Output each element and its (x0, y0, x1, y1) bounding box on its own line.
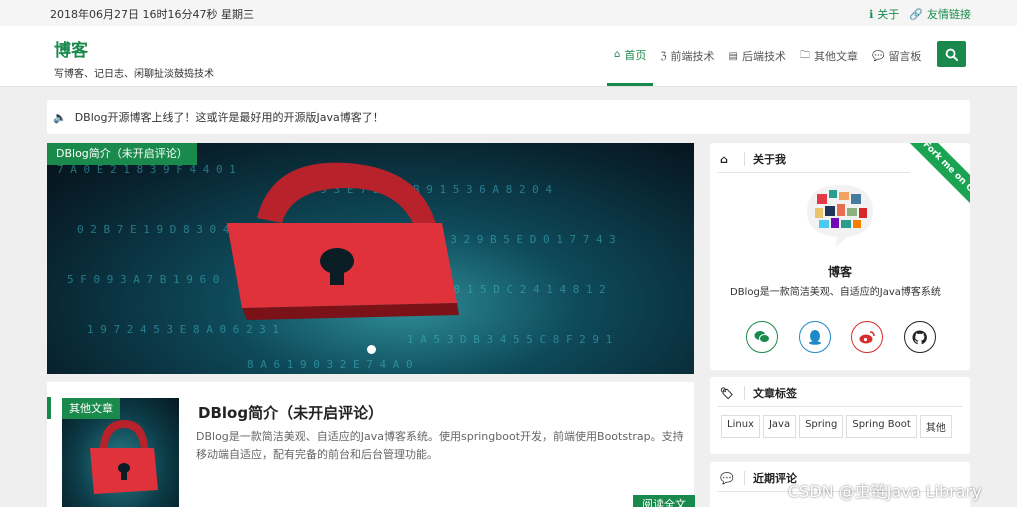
tag-item[interactable]: Spring (799, 415, 844, 438)
article-thumbnail[interactable]: 其他文章 (62, 398, 179, 507)
about-card: ⌂ 关于我 Fork me on Gitee 博客 DBlog是一款简洁美观、自… (710, 143, 970, 370)
nav-item-label: 首页 (624, 48, 647, 62)
brand: 博客 写博客、记日志、闲聊扯淡鼓捣技术 (54, 36, 214, 80)
tag-list: Linux Java Spring Spring Boot 其他 (721, 415, 952, 438)
profile-name: 博客 (827, 265, 852, 279)
volume-icon: 🔈 (53, 110, 67, 124)
article-title[interactable]: DBlog简介（未开启评论） (198, 402, 383, 423)
nav-item-label: 留言板 (888, 50, 922, 63)
github-link[interactable] (903, 321, 936, 353)
home-icon: ⌂ (720, 152, 728, 166)
weibo-link[interactable] (851, 321, 884, 353)
tag-item[interactable]: Spring Boot (846, 415, 917, 438)
card-divider (717, 172, 910, 173)
nav-item-home[interactable]: ⌂ 首页 (607, 26, 654, 86)
tag-item[interactable]: Java (762, 415, 797, 438)
header-divider (744, 386, 745, 400)
tags-icon: 🏷 (720, 386, 734, 400)
site-slogan: 写博客、记日志、闲聊扯淡鼓捣技术 (54, 69, 214, 80)
notice-bar: 🔈 DBlog开源博客上线了！这或许是最好用的开源版Java博客了！ (47, 100, 970, 134)
header-divider (744, 471, 745, 485)
github-icon (912, 329, 928, 344)
search-button[interactable] (937, 41, 966, 67)
about-card-title: 关于我 (753, 153, 786, 166)
social-links (746, 321, 936, 353)
avatar (807, 185, 873, 248)
wechat-link[interactable] (746, 321, 778, 353)
carousel-indicator[interactable] (367, 345, 376, 354)
nav-item-backend[interactable]: ▤ 后端技术 (722, 26, 793, 86)
home-icon: ⌂ (614, 49, 621, 60)
about-link-label: 关于 (877, 8, 900, 21)
main-nav: ⌂ 首页 ℨ 前端技术 ▤ 后端技术 🗀 其他文章 💬 留言板 (607, 26, 928, 86)
comments-icon: 💬 (720, 471, 734, 485)
tags-card-title: 文章标签 (753, 387, 797, 400)
comments-icon: 💬 (871, 50, 885, 62)
friend-links-link[interactable]: 🔗 友情链接 (909, 6, 971, 22)
nav-item-label: 前端技术 (670, 50, 715, 63)
svg-text:1 A 5 3 D B 3 4 5 5 C 8 F 2 9: 1 A 5 3 D B 3 4 5 5 C 8 F 2 9 1 (407, 333, 612, 346)
wechat-icon (754, 331, 770, 343)
svg-text:5 F 0 9 3 A 7 B 1 9 6 0: 5 F 0 9 3 A 7 B 1 9 6 0 (67, 273, 219, 286)
friend-links-label: 友情链接 (927, 8, 971, 21)
qq-icon (808, 330, 821, 345)
site-logo[interactable]: 博客 (54, 36, 214, 61)
watermark: CSDN @虫链Java Library (788, 482, 982, 501)
tags-card-header: 🏷 文章标签 (720, 384, 962, 402)
nav-item-label: 其他文章 (813, 50, 858, 63)
svg-text:1 9 7 2 4 5 3 E 8 A 0 6 2 3 1: 1 9 7 2 4 5 3 E 8 A 0 6 2 3 1 (87, 323, 279, 336)
tags-card: 🏷 文章标签 Linux Java Spring Spring Boot 其他 (710, 377, 970, 454)
header-divider (744, 152, 745, 166)
featured-carousel[interactable]: 7 A 0 E 2 1 8 3 9 F 4 4 0 1 4 9 3 E 7 D … (47, 143, 694, 374)
search-icon (945, 48, 958, 61)
qq-link[interactable] (798, 321, 831, 353)
nav-item-frontend[interactable]: ℨ 前端技术 (653, 26, 721, 86)
weibo-icon (859, 331, 876, 344)
svg-text:8 A 6 1 9 0 3 2 E 7 4 A 0: 8 A 6 1 9 0 3 2 E 7 4 A 0 (247, 358, 413, 371)
site-header: 博客 写博客、记日志、闲聊扯淡鼓捣技术 ⌂ 首页 ℨ 前端技术 ▤ 后端技术 🗀… (0, 26, 1017, 87)
html5-icon: ℨ (660, 50, 667, 62)
server-icon: ▤ (728, 50, 738, 62)
tag-item[interactable]: Linux (721, 415, 760, 438)
read-more-button[interactable]: 阅读全文 (633, 495, 695, 507)
nav-item-label: 后端技术 (741, 50, 786, 63)
nav-item-guestbook[interactable]: 💬 留言板 (865, 26, 928, 86)
card-divider (717, 406, 963, 407)
info-icon: ℹ (869, 7, 874, 21)
article-card: 其他文章 DBlog简介（未开启评论） DBlog是一款简洁美观、自适应的Jav… (47, 382, 695, 507)
svg-text:A 3 2 9 B 5 E D 0 1 7 7 4 3: A 3 2 9 B 5 E D 0 1 7 7 4 3 (437, 233, 616, 246)
datetime-text: 2018年06月27日 16时16分47秒 星期三 (50, 8, 254, 21)
notice-text[interactable]: DBlog开源博客上线了！这或许是最好用的开源版Java博客了！ (75, 109, 384, 125)
carousel-caption[interactable]: DBlog简介（未开启评论） (47, 143, 197, 165)
link-icon: 🔗 (909, 7, 923, 21)
article-accent-bar (47, 397, 51, 419)
folder-icon: 🗀 (799, 49, 810, 61)
profile-description: DBlog是一款简洁美观、自适应的Java博客系统 (730, 287, 941, 298)
article-summary: DBlog是一款简洁美观、自适应的Java博客系统。使用springboot开发… (196, 430, 684, 461)
top-bar: 2018年06月27日 16时16分47秒 星期三 ℹ 关于 🔗 友情链接 (0, 0, 1017, 26)
tag-item[interactable]: 其他 (919, 415, 952, 438)
about-link[interactable]: ℹ 关于 (869, 6, 899, 22)
article-category-badge[interactable]: 其他文章 (62, 398, 120, 419)
top-links: ℹ 关于 🔗 友情链接 (869, 6, 971, 22)
carousel-image: 7 A 0 E 2 1 8 3 9 F 4 4 0 1 4 9 3 E 7 D … (57, 162, 616, 371)
nav-item-other[interactable]: 🗀 其他文章 (793, 26, 865, 86)
